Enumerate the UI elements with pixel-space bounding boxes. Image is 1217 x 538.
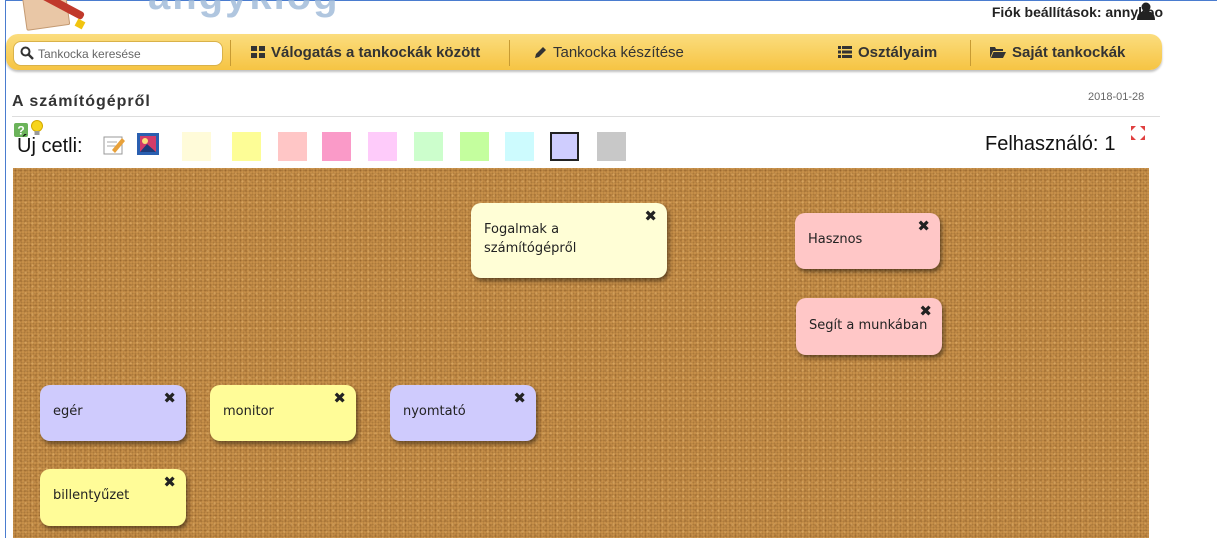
sticky-note-text: Segít a munkában	[809, 318, 928, 333]
sticky-note-text: nyomtató	[403, 404, 466, 419]
close-icon[interactable]: ✖	[333, 389, 346, 407]
nav-separator	[230, 40, 231, 66]
nav-my-classes-label: Osztályaim	[858, 43, 938, 61]
nav-own-label: Saját tankockák	[1012, 43, 1126, 61]
color-swatch[interactable]	[182, 132, 211, 161]
sticky-note-text: Hasznos	[808, 232, 863, 247]
sticky-note[interactable]: ✖ nyomtató	[390, 385, 536, 441]
fullscreen-icon[interactable]	[1131, 126, 1145, 140]
image-note-icon[interactable]	[136, 132, 160, 156]
nav-create-label: Tankocka készítése	[553, 43, 684, 61]
close-icon[interactable]: ✖	[644, 207, 657, 225]
page-title: A számítógépről	[12, 93, 151, 110]
lightbulb-icon[interactable]	[31, 120, 43, 136]
pencil-icon	[535, 46, 546, 58]
search-box	[13, 41, 223, 66]
user-count: Felhasználó: 1	[985, 133, 1116, 156]
color-swatch[interactable]	[550, 132, 579, 161]
sticky-note[interactable]: ✖ Hasznos	[795, 213, 940, 269]
page-date: 2018-01-28	[1088, 91, 1145, 103]
user-count-value: 1	[1104, 133, 1116, 155]
color-swatch[interactable]	[460, 132, 489, 161]
logo-text: angyklog	[148, 0, 340, 19]
nav-own-tankockak[interactable]: Saját tankockák	[990, 34, 1125, 70]
sticky-note[interactable]: ✖ monitor	[210, 385, 356, 441]
sticky-note[interactable]: ✖ billentyűzet	[40, 469, 186, 526]
sticky-note-text: Fogalmak a számítógépről	[484, 222, 577, 256]
search-icon[interactable]	[20, 46, 34, 60]
nav-browse-tankockak[interactable]: Válogatás a tankockák között	[251, 34, 480, 70]
cork-board[interactable]: ✖ Fogalmak a számítógépről ✖ Hasznos ✖ Segít …	[13, 168, 1149, 538]
color-swatch[interactable]	[232, 132, 261, 161]
text-note-icon[interactable]	[102, 133, 126, 157]
close-icon[interactable]: ✖	[163, 473, 176, 491]
nav-create-tankocka[interactable]: Tankocka készítése	[534, 34, 684, 70]
color-swatch[interactable]	[278, 132, 307, 161]
close-icon[interactable]: ✖	[163, 389, 176, 407]
color-swatch[interactable]	[414, 132, 443, 161]
nav-my-classes[interactable]: Osztályaim	[838, 34, 937, 70]
sticky-note[interactable]: ✖ Fogalmak a számítógépről	[471, 203, 667, 278]
color-swatch[interactable]	[505, 132, 534, 161]
color-swatch[interactable]	[597, 132, 626, 161]
main-navigation: Válogatás a tankockák között Tankocka ké…	[6, 34, 1162, 70]
nav-browse-label: Válogatás a tankockák között	[271, 43, 481, 61]
user-icon[interactable]	[1136, 2, 1156, 20]
window-frame-left	[5, 0, 6, 538]
folder-open-icon	[990, 47, 1006, 58]
sticky-note-text: monitor	[223, 404, 274, 419]
sticky-note-text: billentyűzet	[53, 488, 130, 503]
nav-separator	[970, 40, 971, 66]
sticky-note[interactable]: ✖ egér	[40, 385, 186, 441]
search-input[interactable]	[36, 44, 220, 64]
header-divider	[12, 116, 1160, 117]
close-icon[interactable]: ✖	[917, 217, 930, 235]
close-icon[interactable]: ✖	[513, 389, 526, 407]
list-icon	[838, 46, 852, 58]
grid-icon	[251, 46, 265, 58]
sticky-note-text: egér	[53, 404, 83, 419]
color-swatch[interactable]	[322, 132, 351, 161]
site-logo[interactable]	[14, 0, 124, 33]
sticky-note[interactable]: ✖ Segít a munkában	[796, 298, 942, 355]
new-note-label: Új cetli:	[17, 135, 83, 157]
color-swatch[interactable]	[368, 132, 397, 161]
logo-pencil-tip-shape	[74, 18, 86, 30]
nav-separator	[509, 40, 510, 66]
user-count-label: Felhasználó:	[985, 133, 1099, 155]
